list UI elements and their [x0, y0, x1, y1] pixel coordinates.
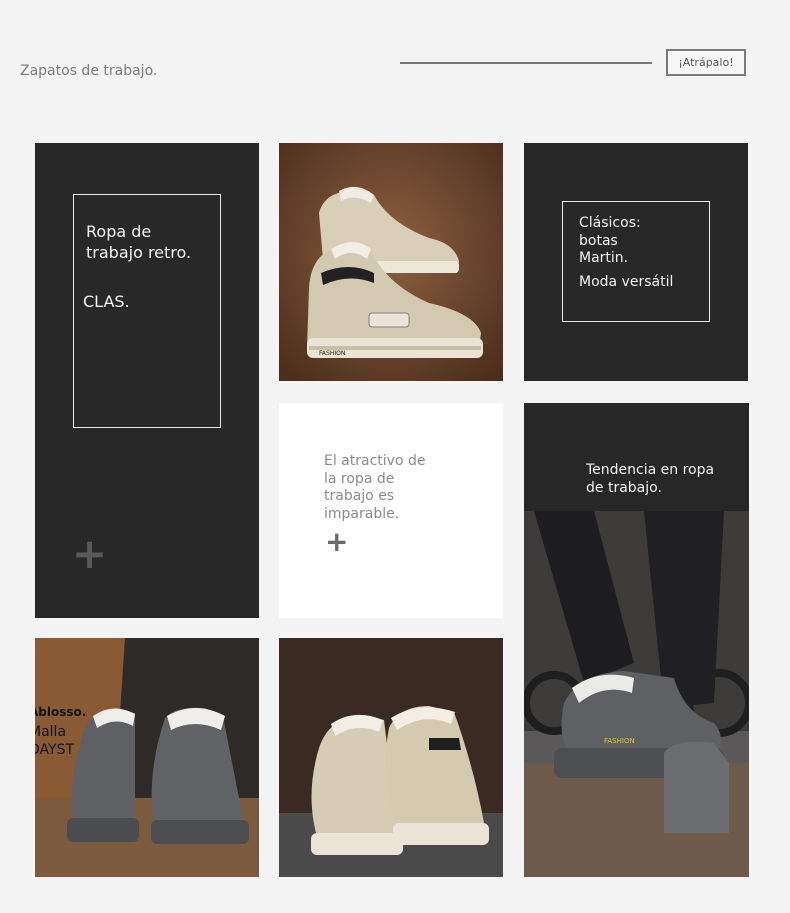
classic-text: Clásicos: botas Martin. Moda versátil — [579, 215, 673, 291]
beige-boots-image: FASHION — [279, 143, 503, 381]
plus-icon[interactable]: + — [72, 529, 107, 578]
appeal-line1: El atractivo de — [324, 453, 426, 469]
grey-line1: Malla — [35, 724, 67, 740]
page-subtitle: Zapatos de trabajo. — [20, 63, 158, 79]
header-divider — [400, 62, 652, 64]
appeal-text: El atractivo de la ropa de trabajo es im… — [324, 453, 425, 523]
trend-line1: Tendencia en ropa — [586, 462, 715, 478]
grab-it-button[interactable]: ¡Atrápalo! — [666, 49, 746, 76]
retro-heading-line2: trabajo retro. — [86, 242, 192, 262]
grey-boots-photo: Ablosso. Malla DAYST — [35, 638, 259, 877]
grey-photo-text: Ablosso. Malla DAYST — [35, 705, 86, 759]
classic-line2: botas — [579, 232, 618, 249]
retro-tag: CLAS. — [83, 292, 130, 311]
brand-label: Ablosso. — [35, 705, 87, 719]
classic-line1: Clásicos: — [579, 215, 641, 231]
trend-line2: de trabajo. — [586, 480, 662, 497]
classic-boots-tile: Clásicos: botas Martin. Moda versátil — [524, 143, 748, 381]
appeal-line2: la ropa de — [324, 470, 395, 487]
trend-heading: Tendencia en ropa de trabajo. — [586, 461, 714, 497]
plus-icon[interactable]: + — [325, 525, 348, 558]
appeal-line3: trabajo es — [324, 488, 395, 504]
trend-tile: FASHION Tendencia en ropa de trabajo. — [524, 403, 749, 877]
retro-workwear-tile: Ropa de trabajo retro. CLAS. + — [35, 143, 259, 618]
grey-line2: DAYST — [35, 741, 75, 758]
retro-heading-line1: Ropa de — [86, 222, 152, 241]
back-grey-boot — [664, 741, 729, 833]
appeal-line4: imparable. — [324, 505, 400, 522]
beige-boots-dark-image — [279, 638, 503, 877]
appeal-tile: El atractivo de la ropa de trabajo es im… — [279, 403, 503, 618]
classic-line4: Moda versátil — [579, 273, 674, 290]
sole-label: FASHION — [319, 350, 345, 357]
beige-boots-dark-photo — [279, 638, 503, 877]
retro-heading: Ropa de trabajo retro. — [86, 222, 191, 264]
classic-line3: Martin. — [579, 250, 629, 266]
beige-boots-photo: FASHION — [279, 143, 503, 381]
sole-label: FASHION — [604, 737, 635, 745]
